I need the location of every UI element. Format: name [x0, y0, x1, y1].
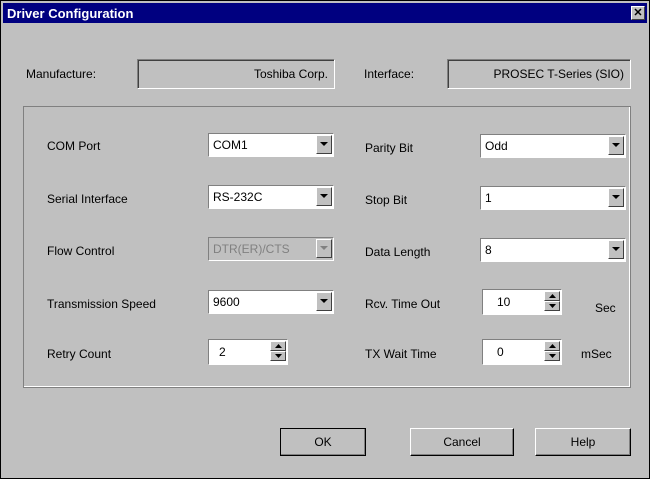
- serial-interface-value: RS-232C: [213, 190, 263, 204]
- transmission-speed-label: Transmission Speed: [47, 297, 156, 311]
- title-bar: Driver Configuration ✕: [3, 3, 647, 23]
- spin-up-icon[interactable]: [544, 291, 560, 301]
- close-icon[interactable]: ✕: [631, 6, 645, 20]
- manufacture-value: Toshiba Corp.: [253, 67, 328, 81]
- spin-up-icon[interactable]: [544, 341, 560, 351]
- chevron-down-icon: [316, 239, 332, 258]
- com-port-label: COM Port: [47, 139, 101, 153]
- retry-count-label: Retry Count: [47, 347, 112, 361]
- data-length-value: 8: [485, 243, 492, 257]
- chevron-down-icon[interactable]: [316, 135, 332, 154]
- com-port-value: COM1: [213, 138, 248, 152]
- flow-control-label: Flow Control: [47, 244, 115, 258]
- ok-button[interactable]: OK: [280, 428, 366, 456]
- transmission-speed-select[interactable]: 9600: [208, 290, 334, 314]
- chevron-down-icon[interactable]: [316, 187, 332, 206]
- stop-bit-label: Stop Bit: [365, 193, 408, 207]
- spin-down-icon[interactable]: [544, 301, 560, 311]
- flow-control-select: DTR(ER)/CTS: [208, 237, 334, 261]
- manufacture-display: Toshiba Corp.: [137, 59, 335, 89]
- dialog-title: Driver Configuration: [7, 6, 134, 21]
- chevron-down-icon[interactable]: [316, 292, 332, 311]
- parity-bit-select[interactable]: Odd: [480, 134, 626, 158]
- com-port-select[interactable]: COM1: [208, 133, 334, 157]
- flow-control-value: DTR(ER)/CTS: [213, 242, 290, 256]
- chevron-down-icon[interactable]: [608, 240, 624, 259]
- manufacture-label: Manufacture:: [26, 67, 97, 81]
- data-length-select[interactable]: 8: [480, 238, 626, 262]
- parity-bit-value: Odd: [485, 139, 508, 153]
- rcv-time-out-label: Rcv. Time Out: [365, 297, 441, 311]
- spin-down-icon[interactable]: [544, 351, 560, 361]
- help-button[interactable]: Help: [535, 428, 631, 456]
- retry-count-value: 2: [219, 345, 226, 359]
- tx-wait-time-unit: mSec: [581, 347, 612, 361]
- retry-count-spin-buttons[interactable]: [270, 341, 286, 361]
- spin-up-icon[interactable]: [270, 341, 286, 351]
- interface-display: PROSEC T-Series (SIO): [447, 59, 631, 89]
- tx-wait-time-value: 0: [497, 345, 504, 359]
- tx-wait-time-spin-buttons[interactable]: [544, 341, 560, 361]
- rcv-time-out-spin-buttons[interactable]: [544, 291, 560, 311]
- interface-label: Interface:: [364, 67, 415, 81]
- tx-wait-time-label: TX Wait Time: [365, 347, 437, 361]
- driver-configuration-dialog: Driver Configuration ✕ Manufacture: Tosh…: [0, 0, 650, 479]
- cancel-button[interactable]: Cancel: [410, 428, 514, 456]
- serial-interface-label: Serial Interface: [47, 192, 128, 206]
- serial-interface-select[interactable]: RS-232C: [208, 185, 334, 209]
- stop-bit-select[interactable]: 1: [480, 186, 626, 210]
- retry-count-spinner[interactable]: 2: [208, 339, 288, 365]
- rcv-time-out-spinner[interactable]: 10: [482, 289, 562, 315]
- interface-value: PROSEC T-Series (SIO): [493, 67, 624, 81]
- parity-bit-label: Parity Bit: [365, 141, 414, 155]
- rcv-time-out-unit: Sec: [595, 301, 616, 315]
- chevron-down-icon[interactable]: [608, 136, 624, 155]
- tx-wait-time-spinner[interactable]: 0: [482, 339, 562, 365]
- data-length-label: Data Length: [365, 245, 431, 259]
- transmission-speed-value: 9600: [213, 295, 240, 309]
- chevron-down-icon[interactable]: [608, 188, 624, 207]
- rcv-time-out-value: 10: [497, 295, 511, 309]
- spin-down-icon[interactable]: [270, 351, 286, 361]
- stop-bit-value: 1: [485, 191, 492, 205]
